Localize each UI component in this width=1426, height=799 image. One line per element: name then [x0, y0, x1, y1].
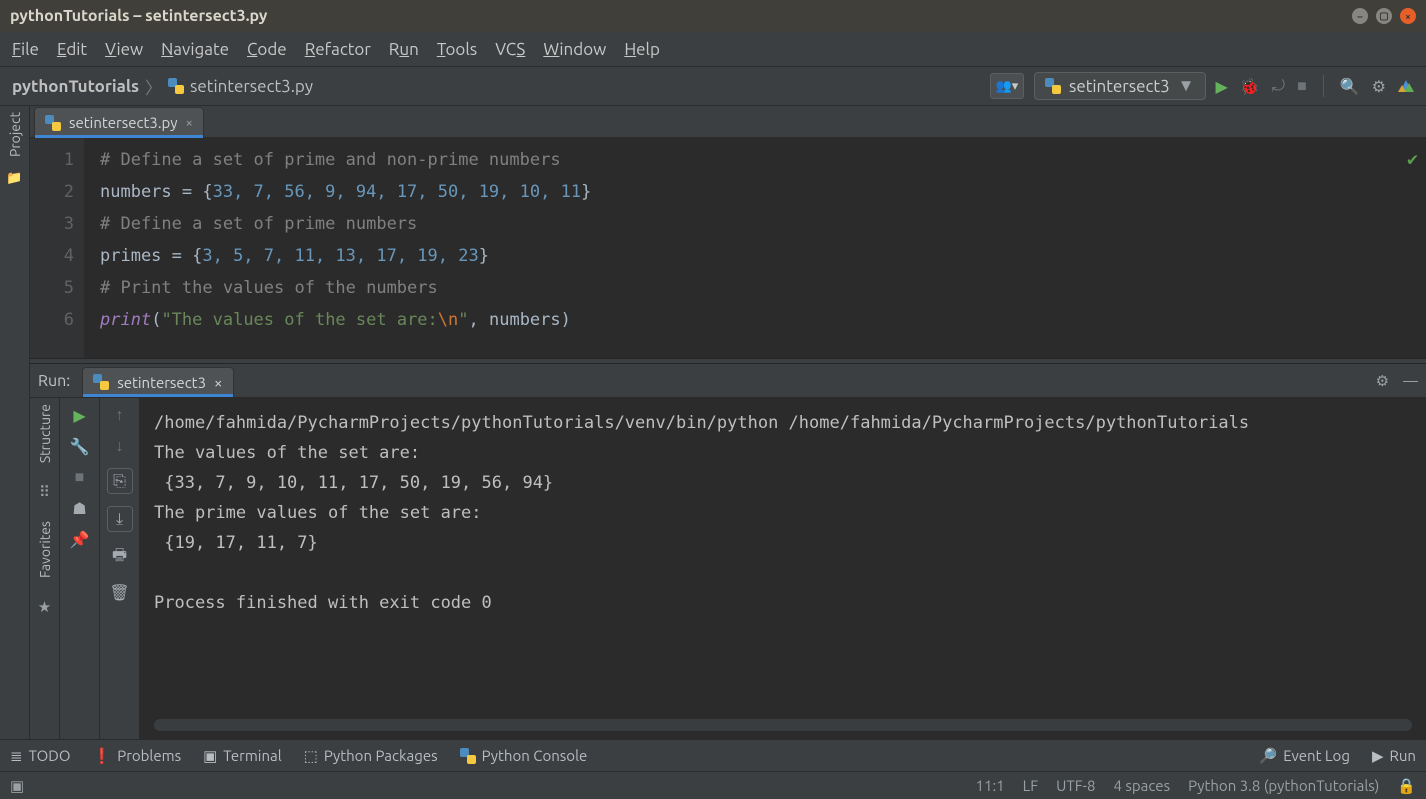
pin-button[interactable]: 📌 [70, 530, 90, 549]
chevron-down-icon: ▼ [1178, 76, 1195, 96]
settings-button[interactable]: ⚙ [1372, 77, 1386, 96]
python-file-icon [168, 78, 184, 94]
toolbar-separator [1323, 75, 1324, 97]
python-file-icon [45, 115, 61, 131]
breadcrumb-separator: 〉 [145, 74, 162, 99]
maximize-button[interactable]: ▢ [1376, 8, 1392, 24]
menu-help[interactable]: Help [624, 40, 660, 59]
tool-python-packages[interactable]: ⬚ Python Packages [304, 747, 438, 765]
menu-navigate[interactable]: Navigate [161, 40, 229, 59]
python-interpreter[interactable]: Python 3.8 (pythonTutorials) [1188, 777, 1379, 794]
run-button[interactable]: ▶ [1216, 77, 1228, 96]
close-tab-button[interactable]: × [186, 116, 193, 130]
rerun-button[interactable]: ▶ [73, 406, 85, 425]
window-controls: – ▢ × [1352, 8, 1416, 24]
layout-button[interactable]: ☗ [72, 499, 86, 518]
run-console-output[interactable]: /home/fahmida/PycharmProjects/pythonTuto… [140, 398, 1426, 739]
python-icon [460, 748, 476, 764]
print-button[interactable]: 🖶 [112, 544, 127, 571]
editor-tab[interactable]: setintersect3.py × [34, 107, 204, 137]
stop-button[interactable]: ■ [1297, 77, 1307, 96]
menu-code[interactable]: Code [247, 40, 287, 59]
folder-icon[interactable]: 📁 [6, 171, 22, 186]
run-session-label: setintersect3 [117, 374, 206, 391]
coverage-button[interactable]: ⤾ [1272, 77, 1285, 96]
tool-favorites[interactable]: Favorites [37, 521, 53, 578]
menu-run[interactable]: Run [389, 40, 419, 59]
editor-tab-label: setintersect3.py [69, 114, 178, 131]
tool-event-log[interactable]: 🔎 Event Log [1259, 747, 1350, 765]
python-run-icon [93, 374, 109, 390]
run-settings-button[interactable]: ⚙ [1376, 372, 1389, 390]
menu-bar: File Edit View Navigate Code Refactor Ru… [0, 32, 1426, 66]
minimize-button[interactable]: – [1352, 8, 1368, 24]
line-number-gutter: 1 2 3 4 5 6 [30, 138, 84, 358]
window-title: pythonTutorials – setintersect3.py [10, 7, 267, 25]
navigation-bar: pythonTutorials 〉 setintersect3.py 👥▾ se… [0, 66, 1426, 106]
run-session-tab[interactable]: setintersect3 × [82, 367, 233, 397]
run-action-column-1: ▶ 🔧 ■ ☗ 📌 [60, 398, 100, 739]
file-encoding[interactable]: UTF-8 [1056, 777, 1095, 794]
scroll-to-end-button[interactable]: ⤓ [107, 506, 133, 532]
soft-wrap-button[interactable]: ⎘ [107, 468, 133, 494]
menu-vcs[interactable]: VCS [495, 40, 525, 59]
horizontal-scrollbar[interactable] [154, 719, 1412, 731]
menu-refactor[interactable]: Refactor [305, 40, 371, 59]
code-content[interactable]: # Define a set of prime and non-prime nu… [84, 138, 591, 358]
run-tool-window: Run: setintersect3 × ⚙ — Structure ⠿ Fav… [30, 364, 1426, 739]
caret-position[interactable]: 11:1 [976, 777, 1005, 794]
code-with-me-button[interactable]: 👥▾ [990, 73, 1024, 99]
window-titlebar: pythonTutorials – setintersect3.py – ▢ × [0, 0, 1426, 32]
menu-tools[interactable]: Tools [437, 40, 477, 59]
menu-edit[interactable]: Edit [57, 40, 87, 59]
menu-view[interactable]: View [105, 40, 143, 59]
stop-process-button[interactable]: ■ [75, 468, 85, 487]
editor-tab-bar: setintersect3.py × [30, 106, 1426, 138]
up-arrow-icon[interactable]: ↑ [116, 406, 124, 425]
close-button[interactable]: × [1400, 8, 1416, 24]
close-run-tab-button[interactable]: × [214, 374, 222, 391]
structure-dots-icon: ⠿ [39, 483, 50, 501]
breadcrumb-file-label: setintersect3.py [190, 77, 313, 96]
hide-run-panel-button[interactable]: — [1403, 372, 1418, 390]
status-bar: ▣ 11:1 LF UTF-8 4 spaces Python 3.8 (pyt… [0, 771, 1426, 799]
python-run-icon [1045, 78, 1061, 94]
run-config-label: setintersect3 [1069, 77, 1170, 96]
tool-project[interactable]: Project [7, 112, 23, 157]
down-arrow-icon[interactable]: ↓ [116, 437, 124, 456]
tool-terminal[interactable]: ▣ Terminal [203, 747, 282, 765]
bottom-tool-strip: ≣ TODO ❗ Problems ▣ Terminal ⬚ Python Pa… [0, 739, 1426, 771]
tool-run[interactable]: ▶ Run [1372, 747, 1416, 765]
debug-button[interactable]: 🐞 [1240, 77, 1260, 96]
line-ending[interactable]: LF [1023, 777, 1039, 794]
ide-update-icon[interactable] [1398, 78, 1414, 94]
run-panel-title: Run: [38, 372, 70, 390]
search-everywhere-button[interactable]: 🔍 [1340, 77, 1360, 96]
tool-problems[interactable]: ❗ Problems [93, 747, 182, 765]
menu-file[interactable]: File [12, 40, 39, 59]
delete-button[interactable]: 🗑 [109, 583, 129, 602]
lock-icon[interactable]: 🔒 [1397, 777, 1416, 795]
tool-windows-button[interactable]: ▣ [10, 777, 24, 795]
left-tool-strip: Project 📁 [0, 106, 30, 739]
breadcrumb-project[interactable]: pythonTutorials [12, 77, 139, 96]
wrench-icon[interactable]: 🔧 [70, 437, 90, 456]
code-editor[interactable]: 1 2 3 4 5 6 # Define a set of prime and … [30, 138, 1426, 358]
tool-structure[interactable]: Structure [37, 404, 53, 463]
run-action-column-2: ↑ ↓ ⎘ ⤓ 🖶 🗑 [100, 398, 140, 739]
breadcrumb-file[interactable]: setintersect3.py [168, 77, 313, 96]
run-configuration-selector[interactable]: setintersect3 ▼ [1034, 72, 1206, 100]
star-icon: ★ [38, 598, 51, 616]
tool-todo[interactable]: ≣ TODO [10, 747, 71, 765]
menu-window[interactable]: Window [543, 40, 606, 59]
inspection-ok-icon[interactable]: ✔ [1407, 144, 1418, 176]
indent-setting[interactable]: 4 spaces [1113, 777, 1170, 794]
tool-python-console[interactable]: Python Console [460, 747, 588, 764]
